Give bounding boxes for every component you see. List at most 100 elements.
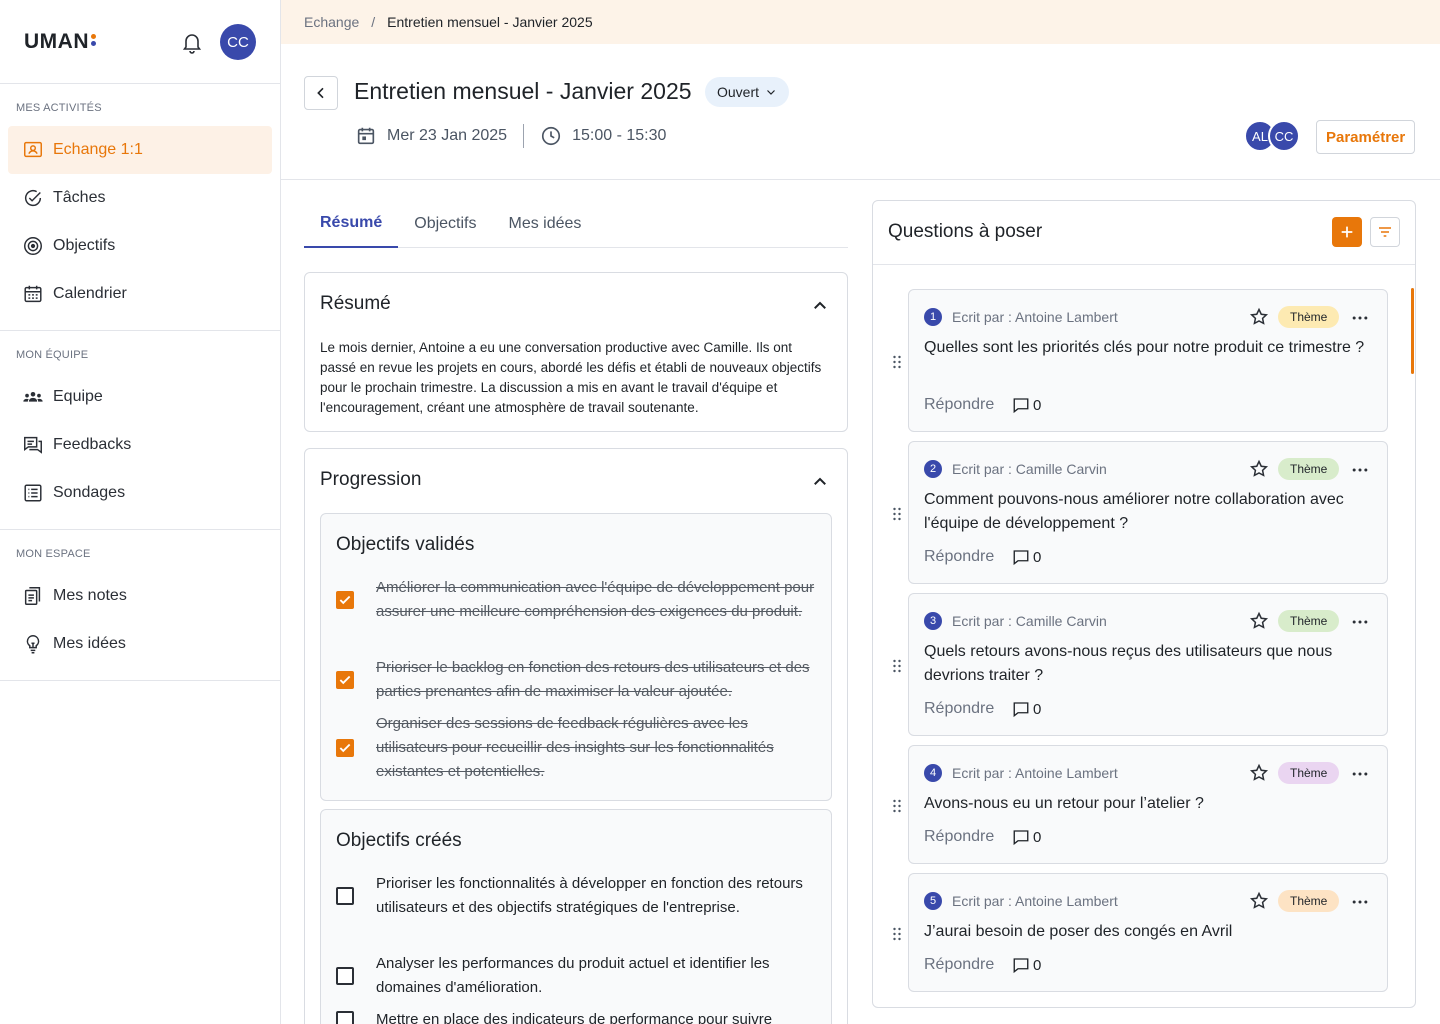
add-question-button[interactable]: [1332, 217, 1362, 247]
objective-text: Organiser des sessions de feedback régul…: [376, 715, 774, 780]
star-icon[interactable]: [1249, 891, 1269, 911]
star-icon[interactable]: [1249, 763, 1269, 783]
check-icon: [339, 743, 351, 753]
back-button[interactable]: [304, 76, 338, 110]
avatar[interactable]: CC: [1268, 120, 1300, 152]
tab-mes-idees[interactable]: Mes idées: [493, 200, 598, 248]
comments-count[interactable]: 0: [1012, 700, 1041, 718]
sidebar-section-title: MON ESPACE: [16, 548, 91, 560]
comments-number: 0: [1033, 548, 1042, 566]
more-options-icon[interactable]: [1350, 892, 1370, 912]
checkbox-unchecked[interactable]: [336, 1011, 354, 1024]
chevron-up-icon[interactable]: [811, 473, 829, 491]
question-author: Ecrit par : Antoine Lambert: [952, 765, 1118, 781]
checkbox-unchecked[interactable]: [336, 887, 354, 905]
drag-handle-icon[interactable]: [892, 659, 902, 673]
sidebar-item-feedbacks[interactable]: Feedbacks: [8, 421, 272, 469]
main-content: Echange / Entretien mensuel - Janvier 20…: [281, 0, 1440, 1024]
sidebar-item-label: Mes notes: [53, 587, 127, 604]
drag-handle-icon[interactable]: [892, 507, 902, 521]
sidebar-section-activities: MES ACTIVITÉS Echange 1:1 Tâches Objecti…: [0, 84, 280, 331]
question-number: 2: [924, 460, 942, 478]
drag-handle-icon[interactable]: [892, 355, 902, 369]
sidebar-item-label: Tâches: [53, 189, 106, 206]
drag-handle-icon[interactable]: [892, 799, 902, 813]
theme-badge[interactable]: Thème: [1278, 458, 1340, 480]
chat-icon: [24, 436, 42, 454]
sidebar-item-idees[interactable]: Mes idées: [8, 620, 272, 668]
question-card[interactable]: 2 Ecrit par : Camille Carvin Thème Comme…: [893, 441, 1388, 584]
question-text: Quelles sont les priorités clés pour not…: [924, 339, 1365, 356]
checkbox-checked[interactable]: [336, 671, 354, 689]
objective-text: Prioriser le backlog en fonction des ret…: [376, 659, 810, 700]
question-text: Avons-nous eu un retour pour l’atelier ?: [924, 795, 1204, 812]
checkbox-checked[interactable]: [336, 591, 354, 609]
filter-button[interactable]: [1370, 217, 1400, 247]
objective-item: Prioriser le backlog en fonction des ret…: [336, 656, 821, 704]
chevron-down-icon: [767, 90, 775, 95]
question-card[interactable]: 5 Ecrit par : Antoine Lambert Thème J’au…: [893, 873, 1388, 992]
reply-button[interactable]: Répondre: [924, 700, 994, 718]
sidebar-item-objectifs[interactable]: Objectifs: [8, 222, 272, 270]
status-dropdown[interactable]: Ouvert: [705, 77, 790, 107]
more-options-icon[interactable]: [1350, 612, 1370, 632]
notes-icon: [24, 587, 41, 605]
sidebar-item-notes[interactable]: Mes notes: [8, 572, 272, 620]
theme-badge[interactable]: Thème: [1278, 610, 1340, 632]
logo-text: UMAN: [24, 29, 89, 53]
logo[interactable]: UMAN: [24, 30, 96, 54]
check-icon: [339, 595, 351, 605]
star-icon[interactable]: [1249, 307, 1269, 327]
theme-badge[interactable]: Thème: [1278, 890, 1340, 912]
sidebar-item-echange[interactable]: Echange 1:1: [8, 126, 272, 174]
comments-count[interactable]: 0: [1012, 548, 1041, 566]
question-card[interactable]: 1 Ecrit par : Antoine Lambert Thème Quel…: [893, 289, 1388, 432]
reply-button[interactable]: Répondre: [924, 396, 994, 414]
theme-badge[interactable]: Thème: [1278, 306, 1340, 328]
more-options-icon[interactable]: [1350, 308, 1370, 328]
sidebar-item-equipe[interactable]: Equipe: [8, 373, 272, 421]
question-number: 1: [924, 308, 942, 326]
star-icon[interactable]: [1249, 459, 1269, 479]
comment-icon: [1013, 702, 1029, 718]
question-card[interactable]: 4 Ecrit par : Antoine Lambert Thème Avon…: [893, 745, 1388, 864]
star-icon[interactable]: [1249, 611, 1269, 631]
comments-number: 0: [1033, 956, 1042, 974]
drag-handle-icon[interactable]: [892, 927, 902, 941]
checkbox-checked[interactable]: [336, 739, 354, 757]
plus-icon: [1341, 226, 1353, 238]
comment-icon: [1013, 958, 1029, 974]
checkbox-unchecked[interactable]: [336, 967, 354, 985]
check-icon: [339, 675, 351, 685]
chevron-up-icon[interactable]: [811, 297, 829, 315]
reply-button[interactable]: Répondre: [924, 828, 994, 846]
sidebar-item-calendrier[interactable]: Calendrier: [8, 270, 272, 318]
scrollbar-thumb[interactable]: [1411, 288, 1414, 374]
user-avatar[interactable]: CC: [220, 24, 256, 60]
reply-button[interactable]: Répondre: [924, 956, 994, 974]
page-title: Entretien mensuel - Janvier 2025: [354, 78, 692, 104]
sidebar-item-sondages[interactable]: Sondages: [8, 469, 272, 517]
theme-badge[interactable]: Thème: [1278, 762, 1340, 784]
objective-text: Analyser les performances du produit act…: [376, 955, 770, 996]
comments-number: 0: [1033, 396, 1042, 414]
settings-button[interactable]: Paramétrer: [1316, 120, 1416, 154]
question-card[interactable]: 3 Ecrit par : Camille Carvin Thème Quels…: [893, 593, 1388, 736]
question-number: 5: [924, 892, 942, 910]
participants: AL CC: [1244, 120, 1300, 152]
tab-resume[interactable]: Résumé: [304, 200, 399, 248]
comments-number: 0: [1033, 700, 1042, 718]
page-header: Entretien mensuel - Janvier 2025 Ouvert …: [281, 44, 1440, 180]
more-options-icon[interactable]: [1350, 764, 1370, 784]
tab-objectifs[interactable]: Objectifs: [398, 200, 492, 248]
more-options-icon[interactable]: [1350, 460, 1370, 480]
sidebar-section-title: MES ACTIVITÉS: [16, 102, 102, 114]
reply-button[interactable]: Répondre: [924, 548, 994, 566]
breadcrumb-parent-link[interactable]: Echange: [304, 14, 359, 30]
comments-count[interactable]: 0: [1012, 396, 1041, 414]
created-title: Objectifs créés: [336, 830, 462, 851]
comments-count[interactable]: 0: [1012, 828, 1041, 846]
sidebar-item-taches[interactable]: Tâches: [8, 174, 272, 222]
comments-count[interactable]: 0: [1012, 956, 1041, 974]
bell-icon[interactable]: [180, 30, 204, 54]
